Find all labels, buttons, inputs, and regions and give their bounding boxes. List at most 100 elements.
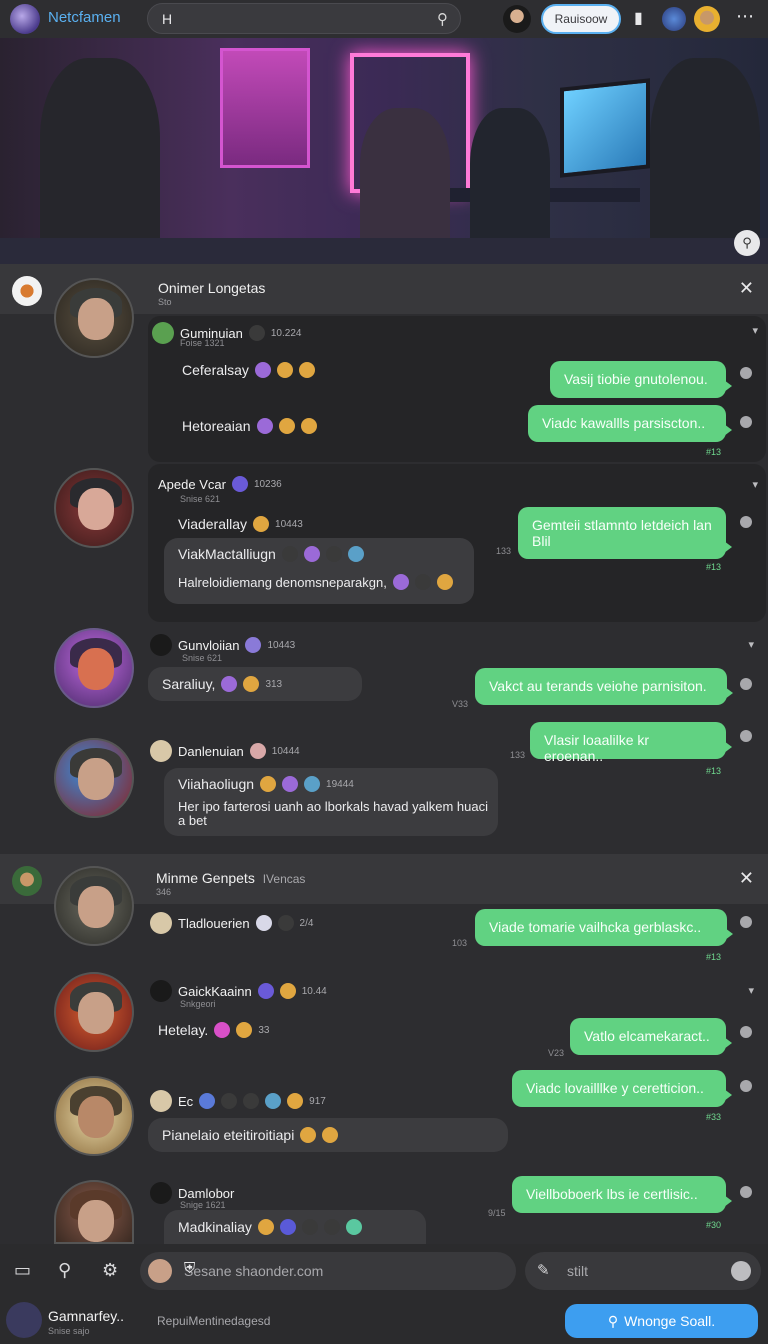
avatar[interactable]	[54, 972, 134, 1052]
avatar[interactable]	[6, 1302, 42, 1338]
panel-avatar[interactable]	[12, 866, 42, 896]
username[interactable]: Ec	[178, 1094, 193, 1109]
avatar[interactable]	[54, 1180, 134, 1244]
banner-gamer	[360, 108, 450, 248]
message-meta: #13	[706, 952, 722, 962]
username[interactable]: Gunvloiian	[178, 638, 239, 653]
username[interactable]: Apede Vcar	[158, 477, 226, 492]
outgoing-message[interactable]: Viellboboerk lbs ie certlisic..	[512, 1176, 732, 1213]
emoji-icon	[414, 574, 431, 590]
chevron-down-icon[interactable]: ▾	[752, 324, 758, 337]
thread-header: GaickKaainn 10.44	[150, 980, 327, 1002]
search-bar[interactable]: ⚲	[147, 3, 461, 34]
avatar[interactable]	[54, 738, 134, 818]
user-avatar[interactable]	[150, 1182, 172, 1204]
nav-pill-button[interactable]: Rauisoow	[541, 4, 621, 34]
incoming-message[interactable]: Viiahaoliugn 19444 Her ipo farterosi uan…	[164, 768, 498, 836]
message-line: Ceferalsay	[182, 362, 315, 378]
panel-avatar[interactable]	[12, 276, 42, 306]
message-input[interactable]: Sesane shaonder.com ⛨	[140, 1252, 516, 1290]
outgoing-message[interactable]: Vakct au terands veiohe parnisiton.	[475, 668, 733, 705]
message-text: Her ipo farterosi uanh ao lborkals havad…	[178, 799, 489, 828]
panel-subtitle: 346	[156, 887, 172, 897]
user-avatar[interactable]	[150, 740, 172, 762]
emoji-icon[interactable]	[731, 1261, 751, 1281]
outgoing-message[interactable]: Vatlo elcamekaract..	[570, 1018, 732, 1055]
chat-icon[interactable]: ▭	[14, 1260, 31, 1281]
profile-avatar[interactable]	[694, 6, 720, 32]
outgoing-message[interactable]: Viadc lovailllke y ceretticion..	[512, 1070, 732, 1107]
primary-action-button[interactable]: ⚲ Wnonge Soall.	[565, 1304, 758, 1338]
emoji-icon	[325, 546, 342, 562]
time: 10.44	[301, 985, 327, 997]
user-avatar[interactable]	[150, 634, 172, 656]
incoming-message[interactable]: Madkinaliay	[164, 1210, 426, 1244]
outgoing-message[interactable]: Vlasir loaalilke kr eroenan..	[530, 722, 732, 764]
chevron-down-icon[interactable]: ▾	[748, 638, 754, 651]
avatar[interactable]	[54, 468, 134, 548]
user-avatar[interactable]	[152, 322, 174, 344]
status-icon	[231, 476, 248, 492]
outgoing-message[interactable]: Viadc kawallls parsiscton..	[528, 405, 732, 442]
status-icon	[199, 1093, 216, 1109]
username[interactable]: Tladlouerien	[178, 916, 250, 931]
close-icon[interactable]: ✕	[739, 278, 754, 299]
search-input[interactable]	[162, 10, 432, 28]
globe-icon[interactable]	[662, 7, 686, 31]
close-icon[interactable]: ✕	[739, 868, 754, 889]
footer-subtitle: Snise sajo	[48, 1326, 90, 1336]
status-icon	[265, 1093, 282, 1109]
user-avatar[interactable]	[150, 1090, 172, 1112]
secondary-input[interactable]: ✎ stilt	[525, 1252, 761, 1290]
emoji-icon	[243, 676, 260, 692]
user-subtitle: Snige 1621	[180, 1200, 226, 1210]
search-icon: ⚲	[607, 1312, 619, 1329]
avatar[interactable]	[54, 278, 134, 358]
emoji-icon	[392, 574, 409, 590]
zoom-icon[interactable]: ⚲	[734, 230, 760, 256]
emoji-icon	[301, 1219, 318, 1235]
thread-header: Gunvloiian 10443	[150, 634, 295, 656]
status-icon	[221, 1093, 238, 1109]
message-meta: #13	[706, 447, 722, 457]
video-icon[interactable]: ▮	[634, 8, 643, 28]
username[interactable]: Damlobor	[178, 1186, 234, 1201]
user-subtitle: Snkgeori	[180, 999, 216, 1009]
shield-icon[interactable]: ⛨	[184, 1260, 504, 1277]
more-icon[interactable]: ⋯	[736, 6, 754, 27]
status-icon	[255, 915, 272, 931]
thread-header: Ec 917	[150, 1090, 326, 1112]
username[interactable]: GaickKaainn	[178, 984, 252, 999]
incoming-message[interactable]: Saraliuy, 313	[148, 667, 362, 701]
user-avatar[interactable]	[503, 5, 531, 33]
outgoing-message[interactable]: Vasij tiobie gnutolenou.	[550, 361, 732, 398]
timestamp: 133	[510, 750, 526, 760]
read-receipt-icon	[740, 1080, 752, 1092]
status-icon	[257, 983, 274, 999]
incoming-message[interactable]: Pianelaio eteitiroitiapi	[148, 1118, 508, 1152]
time: 2/4	[299, 917, 314, 929]
panel-title: Minme Genpets IVencas	[156, 870, 306, 886]
search-icon[interactable]: ⚲	[58, 1260, 71, 1281]
user-avatar[interactable]	[150, 980, 172, 1002]
user-avatar[interactable]	[150, 912, 172, 934]
avatar[interactable]	[54, 866, 134, 946]
emoji-icon	[281, 546, 298, 562]
incoming-message[interactable]: ViakMactalliugn Halreloidiemang denomsne…	[164, 538, 474, 604]
gear-icon[interactable]: ⚙	[102, 1260, 118, 1281]
username[interactable]: Danlenuian	[178, 744, 244, 759]
app-logo[interactable]	[10, 4, 40, 34]
outgoing-message[interactable]: Viade tomarie vailhcka gerblaskc..	[475, 909, 733, 946]
panel-title-suffix: IVencas	[262, 872, 306, 886]
footer-username[interactable]: Gamnarfey..	[48, 1308, 124, 1324]
avatar[interactable]	[54, 628, 134, 708]
time: 917	[309, 1095, 326, 1107]
thread-header: Tladlouerien 2/4	[150, 912, 313, 934]
banner-poster	[220, 48, 310, 168]
avatar[interactable]	[54, 1076, 134, 1156]
outgoing-message[interactable]: Gemteii stlamnto letdeich lan Blil	[518, 507, 732, 559]
search-icon[interactable]: ⚲	[437, 10, 448, 28]
pencil-icon[interactable]: ✎	[537, 1261, 550, 1279]
chevron-down-icon[interactable]: ▾	[748, 984, 754, 997]
chevron-down-icon[interactable]: ▾	[752, 478, 758, 491]
